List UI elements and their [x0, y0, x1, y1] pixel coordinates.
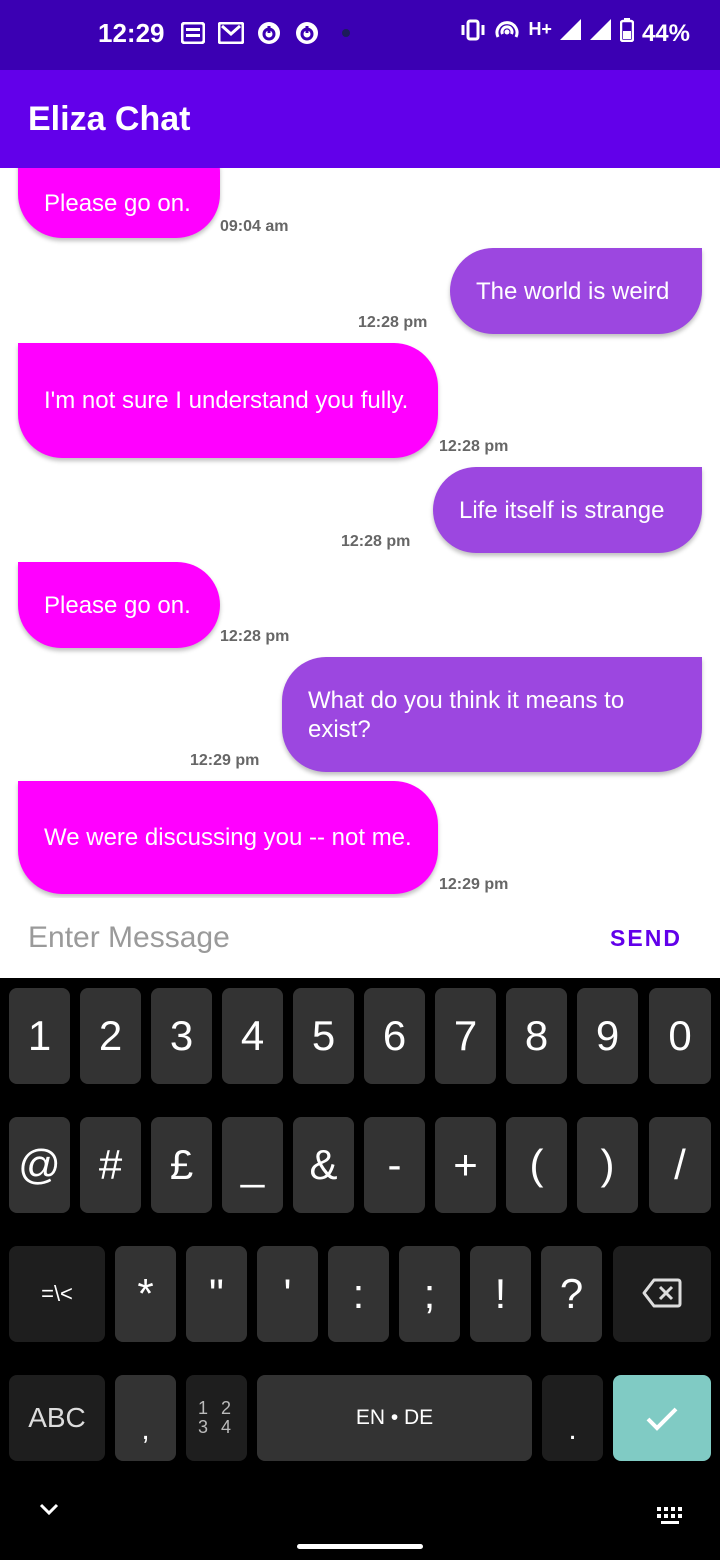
status-time: 12:29: [98, 18, 165, 48]
app-bar: Eliza Chat: [0, 70, 720, 168]
key-ampersand[interactable]: &: [293, 1117, 354, 1213]
key-question[interactable]: ?: [541, 1246, 602, 1342]
key-5[interactable]: 5: [293, 988, 354, 1084]
system-icons: H+ 44%: [460, 18, 690, 49]
key-open-paren[interactable]: (: [506, 1117, 567, 1213]
home-gesture-bar[interactable]: [297, 1544, 423, 1549]
key-single-quote[interactable]: ': [257, 1246, 318, 1342]
backspace-key[interactable]: [613, 1246, 711, 1342]
message-timestamp: 12:28 pm: [439, 438, 509, 455]
status-bar: 12:29 H+ 44%: [0, 0, 720, 70]
space-key[interactable]: EN • DE: [257, 1375, 532, 1461]
enter-key[interactable]: [613, 1375, 711, 1461]
notification-icons: [180, 20, 350, 46]
key-pound[interactable]: £: [151, 1117, 212, 1213]
key-underscore[interactable]: _: [222, 1117, 283, 1213]
checkmark-icon: [645, 1394, 679, 1442]
message-text: We were discussing you -- not me.: [44, 824, 412, 851]
hide-keyboard-chevron-icon[interactable]: [38, 1502, 60, 1521]
signal-icon: [559, 19, 582, 48]
key-0[interactable]: 0: [649, 988, 711, 1084]
key-plus[interactable]: +: [435, 1117, 496, 1213]
message-bubble: Please go on.: [18, 562, 220, 648]
message-timestamp: 12:28 pm: [220, 628, 290, 645]
message-bubble: We were discussing you -- not me.: [18, 781, 438, 894]
key-comma[interactable]: ,: [115, 1375, 176, 1461]
news-icon: [180, 20, 206, 46]
app-title: Eliza Chat: [28, 100, 191, 138]
message-text: Please go on.: [44, 189, 191, 217]
key-at[interactable]: @: [9, 1117, 70, 1213]
message-input[interactable]: [28, 916, 568, 960]
abc-key[interactable]: ABC: [9, 1375, 105, 1461]
message-timestamp: 09:04 am: [220, 218, 289, 235]
key-slash[interactable]: /: [649, 1117, 711, 1213]
sync-app-icon: [256, 20, 282, 46]
message-bubble: I'm not sure I understand you fully.: [18, 343, 438, 458]
key-double-quote[interactable]: ": [186, 1246, 247, 1342]
sync-app-icon-2: [294, 20, 320, 46]
key-6[interactable]: 6: [364, 988, 425, 1084]
key-9[interactable]: 9: [577, 988, 638, 1084]
message-bubble: What do you think it means to exist?: [282, 657, 702, 772]
key-period[interactable]: .: [542, 1375, 603, 1461]
key-exclamation[interactable]: !: [470, 1246, 531, 1342]
key-close-paren[interactable]: ): [577, 1117, 638, 1213]
more-notifications-dot-icon: [342, 29, 350, 37]
key-colon[interactable]: :: [328, 1246, 389, 1342]
key-4[interactable]: 4: [222, 988, 283, 1084]
key-asterisk[interactable]: *: [115, 1246, 176, 1342]
key-hash[interactable]: #: [80, 1117, 141, 1213]
battery-icon: [619, 18, 635, 49]
key-minus[interactable]: -: [364, 1117, 425, 1213]
hotspot-icon: [494, 19, 520, 48]
message-text: The world is weird: [476, 277, 670, 305]
key-7[interactable]: 7: [435, 988, 496, 1084]
message-text: Life itself is strange: [459, 496, 665, 524]
numpad-key[interactable]: 1 2 3 4: [186, 1375, 247, 1461]
key-more-symbols[interactable]: =\<: [9, 1246, 105, 1342]
message-bubble: Please go on.: [18, 168, 220, 238]
message-bubble: The world is weird: [450, 248, 702, 334]
key-2[interactable]: 2: [80, 988, 141, 1084]
message-bubble: Life itself is strange: [433, 467, 702, 553]
message-timestamp: 12:28 pm: [341, 533, 411, 550]
message-timestamp: 12:28 pm: [358, 314, 428, 331]
vibrate-icon: [460, 19, 486, 48]
message-timestamp: 12:29 pm: [439, 876, 509, 893]
battery-percent: 44%: [641, 19, 690, 47]
backspace-icon: [642, 1270, 682, 1318]
chat-list[interactable]: Please go on. 09:04 am The world is weir…: [0, 168, 720, 898]
key-semicolon[interactable]: ;: [399, 1246, 460, 1342]
network-type: H+: [528, 19, 552, 39]
gmail-icon: [218, 20, 244, 46]
key-1[interactable]: 1: [9, 988, 70, 1084]
message-text: I'm not sure I understand you fully.: [44, 387, 409, 414]
message-timestamp: 12:29 pm: [190, 752, 260, 769]
key-8[interactable]: 8: [506, 988, 567, 1084]
keyboard-switch-icon[interactable]: [656, 1506, 686, 1531]
message-text: Please go on.: [44, 591, 191, 619]
message-text: What do you think it means to exist?: [308, 686, 625, 743]
message-composer: SEND: [0, 898, 720, 978]
send-button[interactable]: SEND: [596, 920, 696, 956]
on-screen-keyboard: 1 2 3 4 5 6 7 8 9 0 @ # £ _ & - + ( ) / …: [0, 978, 720, 1560]
key-3[interactable]: 3: [151, 988, 212, 1084]
signal-icon-2: [589, 19, 612, 48]
